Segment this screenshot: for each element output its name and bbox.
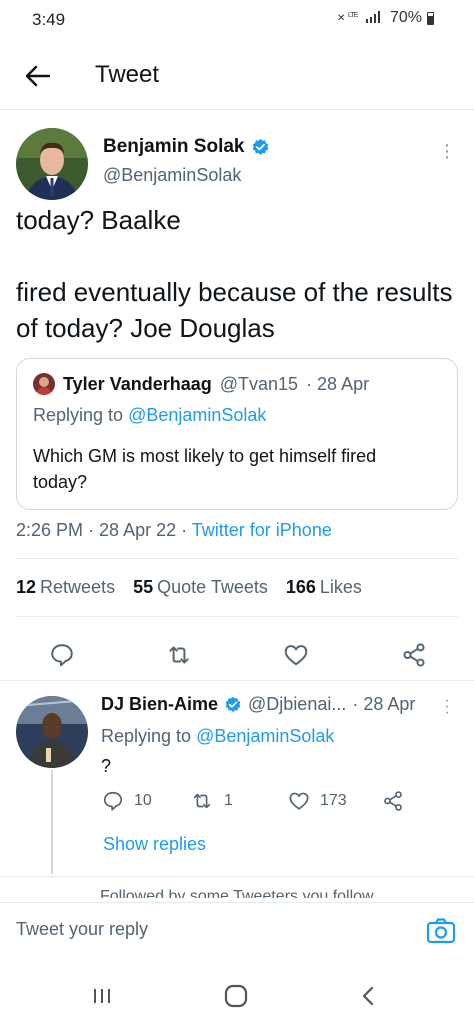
likes-label: Likes <box>319 577 362 597</box>
author-handle: @BenjaminSolak <box>103 165 242 185</box>
status-indicators: ✕ LTE 70% <box>337 9 434 27</box>
retweets-count: 12 <box>16 577 37 597</box>
quoted-tweet[interactable]: Tyler Vanderhaag @Tvan15 · 28 Apr Replyi… <box>16 358 458 510</box>
author-info: Benjamin Solak @BenjaminSolak <box>103 136 270 186</box>
retweets-label: Retweets <box>40 577 116 597</box>
retweet-count: 1 <box>224 792 233 809</box>
battery-level: 70% <box>389 9 422 26</box>
quote-author-avatar <box>33 373 55 395</box>
compose-reply-bar <box>0 902 474 960</box>
tweet-stats: 12 Retweets 55 Quote Tweets 166 Likes <box>16 577 362 598</box>
reply-author-name[interactable]: DJ Bien-Aime <box>101 694 218 715</box>
retweet-icon <box>193 793 211 809</box>
home-icon <box>224 984 248 1008</box>
share-icon <box>403 643 425 667</box>
likes-count: 166 <box>285 577 316 597</box>
quote-tweets-stat[interactable]: 55 Quote Tweets <box>133 577 268 598</box>
reply-icon <box>103 791 123 811</box>
quote-replying-mention[interactable]: @BenjaminSolak <box>128 405 266 425</box>
reply-author-avatar[interactable] <box>16 696 88 768</box>
camera-button[interactable] <box>426 917 456 945</box>
camera-icon <box>426 918 456 944</box>
tweet-date: 28 Apr 22 <box>99 520 177 540</box>
retweets-stat[interactable]: 12 Retweets <box>16 577 115 598</box>
chevron-left-icon <box>362 986 374 1006</box>
retweet-button[interactable] <box>159 635 199 675</box>
heart-icon <box>289 792 309 810</box>
divider <box>16 616 458 617</box>
tweet-actions <box>0 635 474 681</box>
quotes-label: Quote Tweets <box>157 577 268 597</box>
quote-author-name: Tyler Vanderhaag <box>63 373 212 394</box>
heart-icon <box>284 645 308 666</box>
reply-replying-label: Replying to <box>101 726 192 746</box>
reply-icon <box>51 644 73 667</box>
recent-apps-button[interactable] <box>82 980 122 1012</box>
reply-reply-button[interactable]: 10 <box>102 790 152 812</box>
tweet-source[interactable]: Twitter for iPhone <box>192 520 332 540</box>
reply-replying-to: Replying to @BenjaminSolak <box>101 726 334 747</box>
like-count: 173 <box>320 792 347 809</box>
share-button[interactable] <box>394 635 434 675</box>
followed-hint: Followed by some Tweeters you follow <box>0 884 474 898</box>
quote-replying-label: Replying to <box>33 405 124 425</box>
arrow-left-icon <box>25 65 51 87</box>
reply-date: · 28 Apr <box>352 694 416 714</box>
tweet-text: today? Baalke fired eventually because o… <box>16 205 453 343</box>
quote-author-row: Tyler Vanderhaag @Tvan15 · 28 Apr <box>33 373 369 395</box>
verified-badge-icon <box>252 138 268 155</box>
home-button[interactable] <box>216 980 256 1012</box>
author-name: Benjamin Solak <box>103 136 245 157</box>
reply-more-options-icon[interactable]: · · · <box>440 693 454 721</box>
reply-button[interactable] <box>42 635 82 675</box>
tweet-time: 2:26 PM <box>16 520 84 540</box>
svg-text:LTE: LTE <box>348 12 359 19</box>
section-divider <box>0 876 474 877</box>
reply-replying-mention[interactable]: @BenjaminSolak <box>196 726 334 746</box>
thread-continuation-dots: · · · <box>49 831 55 859</box>
battery-icon <box>427 11 434 25</box>
reply-input[interactable] <box>16 919 396 940</box>
reply-share-button[interactable] <box>382 790 404 812</box>
system-nav-bar <box>0 966 474 1026</box>
status-time: 3:49 <box>32 10 66 29</box>
like-button[interactable] <box>276 635 316 675</box>
reply-text: ? <box>101 756 112 776</box>
quote-text: Which GM is most likely to get himself f… <box>33 446 377 492</box>
back-button[interactable] <box>22 60 54 92</box>
back-nav-button[interactable] <box>348 980 388 1012</box>
svg-text:✕: ✕ <box>337 13 345 24</box>
author-avatar[interactable] <box>16 128 88 200</box>
signal-icon: ✕ LTE <box>337 10 385 27</box>
reply-like-button[interactable]: 173 <box>288 790 347 812</box>
reply-retweet-button[interactable]: 1 <box>190 790 233 812</box>
quote-replying-to: Replying to @BenjaminSolak <box>33 405 266 426</box>
app-header: Tweet <box>0 44 474 110</box>
retweet-icon <box>169 646 189 664</box>
quote-date: · 28 Apr <box>306 373 370 394</box>
section-divider <box>0 680 474 681</box>
recent-apps-icon <box>94 989 110 1003</box>
show-replies-link[interactable]: Show replies <box>103 834 206 855</box>
likes-stat[interactable]: 166 Likes <box>286 577 362 598</box>
reply-author-handle: @Djbienai... <box>248 694 347 714</box>
more-options-icon[interactable]: · · · <box>440 135 454 167</box>
reply-actions: 10 1 173 <box>100 790 430 816</box>
reply-author-row: DJ Bien-Aime @Djbienai... · 28 Apr <box>101 694 415 715</box>
quotes-count: 55 <box>133 577 154 597</box>
share-icon <box>384 791 402 811</box>
quote-author-handle: @Tvan15 <box>219 373 299 394</box>
tweet-timestamp: 2:26 PM · 28 Apr 22 · Twitter for iPhone <box>16 520 332 540</box>
followed-hint-text: Followed by some Tweeters you follow <box>100 888 374 898</box>
divider <box>16 558 458 559</box>
verified-badge-icon <box>225 696 241 712</box>
status-bar: 3:49 ✕ LTE 70% <box>0 0 474 44</box>
page-title: Tweet <box>95 61 160 88</box>
reply-count: 10 <box>134 792 152 809</box>
author-name-row[interactable]: Benjamin Solak <box>103 136 270 158</box>
